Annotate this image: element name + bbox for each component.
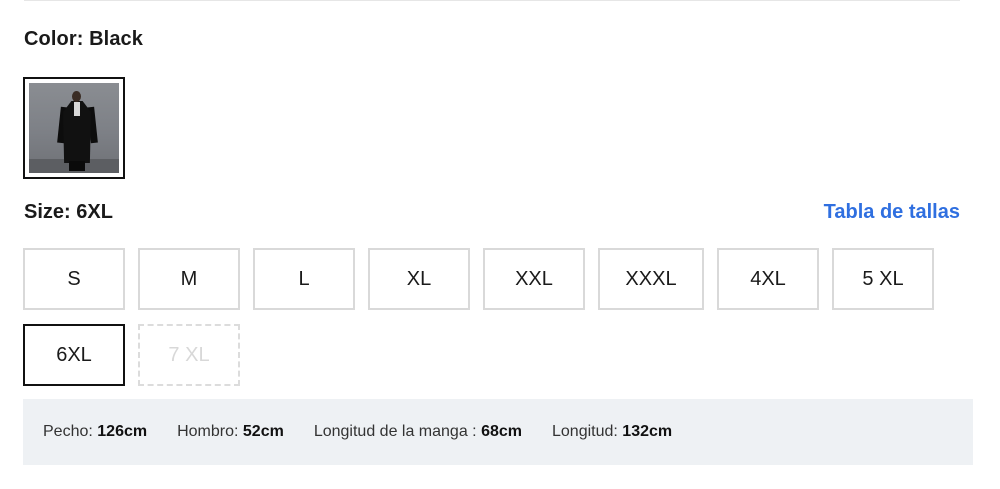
measurement-value: 132cm xyxy=(622,423,673,440)
size-option-7xl: 7 XL xyxy=(138,324,240,386)
measurement-sleeve: Longitud de la manga : 68cm xyxy=(314,423,522,441)
size-option-m[interactable]: M xyxy=(138,248,240,310)
measurement-shoulder: Hombro: 52cm xyxy=(177,423,284,441)
top-divider xyxy=(24,0,960,1)
size-option-5xl[interactable]: 5 XL xyxy=(832,248,934,310)
size-option-6xl[interactable]: 6XL xyxy=(23,324,125,386)
product-thumbnail xyxy=(29,83,119,173)
measurement-label: Hombro: xyxy=(177,423,239,440)
measurement-value: 126cm xyxy=(97,423,148,440)
measurement-label: Longitud de la manga : xyxy=(313,423,477,440)
size-option-4xl[interactable]: 4XL xyxy=(717,248,819,310)
measurement-chest: Pecho: 126cm xyxy=(43,423,147,441)
measurement-label: Pecho: xyxy=(43,423,93,440)
size-option-xxl[interactable]: XXL xyxy=(483,248,585,310)
size-option-l[interactable]: L xyxy=(253,248,355,310)
size-option-xl[interactable]: XL xyxy=(368,248,470,310)
measurement-label: Longitud: xyxy=(552,423,618,440)
size-chart-link[interactable]: Tabla de tallas xyxy=(824,201,960,224)
size-option-xxxl[interactable]: XXXL xyxy=(598,248,704,310)
size-label: Size: 6XL xyxy=(24,201,113,223)
size-options: S M L XL XXL XXXL 4XL 5 XL 6XL 7 XL xyxy=(23,248,943,386)
measurement-length: Longitud: 132cm xyxy=(552,423,672,441)
size-option-s[interactable]: S xyxy=(23,248,125,310)
measurements-bar: Pecho: 126cm Hombro: 52cm Longitud de la… xyxy=(23,399,973,465)
measurement-value: 52cm xyxy=(242,423,284,440)
measurement-value: 68cm xyxy=(481,423,522,440)
color-label: Color: Black xyxy=(24,28,144,50)
color-swatch-black[interactable] xyxy=(23,77,125,179)
